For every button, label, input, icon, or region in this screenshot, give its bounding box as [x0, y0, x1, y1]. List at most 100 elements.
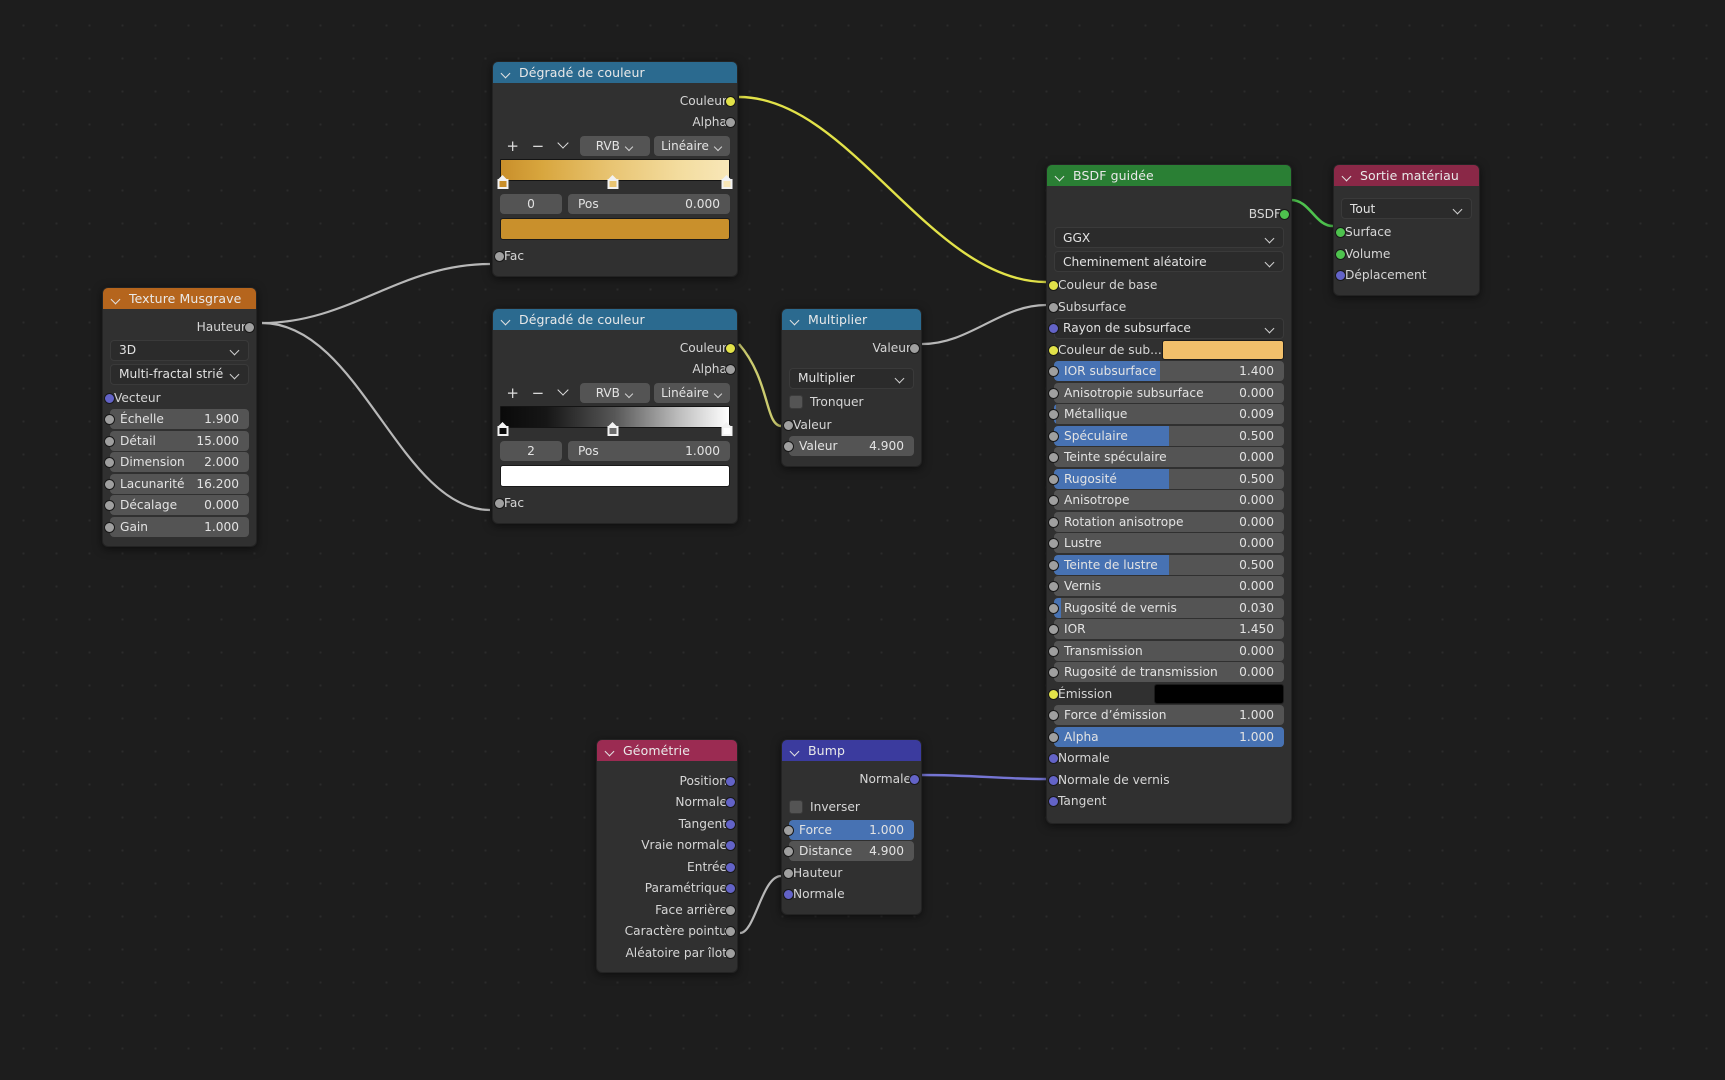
- ramp-color-mode-dropdown[interactable]: RVB: [579, 136, 650, 156]
- socket-in-distance[interactable]: [783, 846, 794, 857]
- socket-in-teinte-de-lustre[interactable]: [1048, 559, 1059, 571]
- ramp-toolbar[interactable]: + − RVB Linéaire: [500, 136, 730, 156]
- dropdown-subsurface-method[interactable]: Cheminement aléatoire: [1054, 251, 1284, 272]
- socket-in-hauteur[interactable]: [783, 867, 794, 879]
- bsdf-slider-row[interactable]: Rugosité de transmission 0.000: [1048, 662, 1284, 682]
- ramp-stop-index-field[interactable]: 0: [500, 194, 562, 214]
- socket-in-alpha[interactable]: [1048, 731, 1059, 743]
- ramp-gradient-bar[interactable]: [497, 159, 733, 189]
- bsdf-slider-row[interactable]: Alpha 1.000: [1048, 726, 1284, 747]
- bsdf-slider-row[interactable]: Rugosité de vernis 0.030: [1048, 597, 1284, 618]
- prop-row[interactable]: Échelle 1.900: [104, 409, 249, 429]
- ramp-menu-chevron-down-icon[interactable]: [550, 383, 575, 403]
- bsdf-slider-row[interactable]: Teinte spéculaire 0.000: [1048, 447, 1284, 467]
- value-field-force[interactable]: Force 1.000: [789, 819, 914, 840]
- socket-in-detail[interactable]: [104, 435, 115, 447]
- bsdf-slider-row[interactable]: Force d’émission 1.000: [1048, 705, 1284, 725]
- socket-in-rotation-anisotrope[interactable]: [1048, 516, 1059, 528]
- slider-rugosit-[interactable]: Rugosité 0.500: [1054, 468, 1284, 489]
- socket-out-position[interactable]: [725, 775, 736, 787]
- node-header[interactable]: BSDF guidée: [1047, 165, 1291, 186]
- clamp-checkbox[interactable]: [789, 394, 803, 409]
- prop-row[interactable]: Lacunarité 16.200: [104, 473, 249, 494]
- prop-row[interactable]: Gain 1.000: [104, 516, 249, 537]
- slider-rugosit-de-transmission[interactable]: Rugosité de transmission 0.000: [1054, 662, 1284, 682]
- socket-in-fac[interactable]: [494, 498, 505, 509]
- socket-in-fac[interactable]: [494, 251, 505, 262]
- socket-out-bsdf[interactable]: [1279, 209, 1290, 220]
- socket-in-force[interactable]: [783, 824, 794, 836]
- slider-ior[interactable]: IOR 1.450: [1054, 619, 1284, 639]
- socket-out-normale[interactable]: [725, 797, 736, 808]
- ramp-menu-chevron-down-icon[interactable]: [550, 136, 575, 156]
- bsdf-slider-row[interactable]: Spéculaire 0.500: [1048, 425, 1284, 446]
- collapse-chevron-icon[interactable]: [1055, 170, 1067, 182]
- add-stop-button[interactable]: +: [500, 383, 525, 403]
- slider-ior-subsurface[interactable]: IOR subsurface 1.400: [1054, 361, 1284, 381]
- ramp-stop-index-field[interactable]: 2: [500, 441, 562, 461]
- collapse-chevron-icon[interactable]: [111, 293, 123, 305]
- socket-in-couleur-de-base[interactable]: [1048, 280, 1059, 291]
- node-math-multiply[interactable]: Multiplier Valeur Multiplier Tronquer Va…: [781, 308, 922, 467]
- prop-row[interactable]: Dimension 2.000: [104, 452, 249, 472]
- socket-in-ior[interactable]: [1048, 624, 1059, 635]
- ramp-stop-position-field[interactable]: Pos 0.000: [568, 194, 730, 214]
- socket-in-rugosit[interactable]: [1048, 473, 1059, 485]
- dropdown-rayon-de-subsurface[interactable]: Rayon de subsurface: [1054, 317, 1284, 339]
- collapse-chevron-icon[interactable]: [790, 745, 802, 757]
- ramp-stop[interactable]: [497, 422, 509, 436]
- invert-checkbox[interactable]: [789, 799, 803, 814]
- socket-in-tangent[interactable]: [1048, 796, 1059, 807]
- slider-vernis[interactable]: Vernis 0.000: [1054, 576, 1284, 596]
- ramp-color-mode-dropdown[interactable]: RVB: [579, 383, 650, 403]
- socket-in-gain[interactable]: [104, 521, 115, 533]
- bsdf-slider-row[interactable]: Lustre 0.000: [1048, 533, 1284, 553]
- socket-in-echelle[interactable]: [104, 414, 115, 425]
- socket-out-normale[interactable]: [909, 773, 920, 785]
- bsdf-slider-row[interactable]: Anisotrope 0.000: [1048, 490, 1284, 510]
- bsdf-slider-row[interactable]: Rugosité 0.500: [1048, 468, 1284, 489]
- node-header[interactable]: Multiplier: [782, 309, 921, 330]
- socket-out-valeur[interactable]: [909, 342, 920, 354]
- prop-row[interactable]: Décalage 0.000: [104, 495, 249, 515]
- node-bump[interactable]: Bump Normale Inverser Force 1.000 Distan…: [781, 739, 922, 915]
- dropdown-dimension[interactable]: 3D: [110, 339, 249, 361]
- socket-in-normale[interactable]: [783, 889, 794, 900]
- bsdf-slider-row[interactable]: Transmission 0.000: [1048, 640, 1284, 661]
- node-principled-bsdf[interactable]: BSDF guidée BSDF GGX Cheminement aléatoi…: [1046, 164, 1292, 824]
- ramp-stop[interactable]: [721, 175, 733, 189]
- ramp-fields[interactable]: 0 Pos 0.000: [500, 194, 730, 214]
- node-editor-canvas[interactable]: Texture Musgrave Hauteur 3D Multi-fracta…: [0, 0, 1725, 1080]
- dropdown-target[interactable]: Tout: [1341, 198, 1472, 219]
- node-color-ramp-2[interactable]: Dégradé de couleur Couleur Alpha + − RVB: [492, 308, 738, 524]
- socket-in-lustre[interactable]: [1048, 538, 1059, 549]
- ramp-stop-color-swatch[interactable]: [500, 218, 730, 240]
- bsdf-slider-row[interactable]: Métallique 0.009: [1048, 404, 1284, 424]
- ramp-stop[interactable]: [497, 175, 509, 189]
- socket-in-valeur-1[interactable]: [783, 419, 794, 431]
- node-color-ramp-1[interactable]: Dégradé de couleur Couleur Alpha + − RVB: [492, 61, 738, 277]
- bsdf-slider-row[interactable]: Rotation anisotrope 0.000: [1048, 511, 1284, 532]
- socket-in-deplacement[interactable]: [1335, 270, 1346, 281]
- socket-out-hauteur[interactable]: [244, 321, 255, 333]
- node-header[interactable]: Dégradé de couleur: [493, 309, 737, 330]
- socket-in-anisotropie-subsurface[interactable]: [1048, 387, 1059, 399]
- socket-in-teinte-sp-culaire[interactable]: [1048, 452, 1059, 463]
- slider-anisotropie-subsurface[interactable]: Anisotropie subsurface 0.000: [1054, 382, 1284, 403]
- node-header[interactable]: Géométrie: [597, 740, 737, 761]
- value-field-valeur-2[interactable]: Valeur 4.900: [789, 436, 914, 456]
- remove-stop-button[interactable]: −: [525, 383, 550, 403]
- socket-out-tangent[interactable]: [725, 818, 736, 830]
- bsdf-slider-row[interactable]: Anisotropie subsurface 0.000: [1048, 382, 1284, 403]
- socket-in-surface[interactable]: [1335, 227, 1346, 238]
- slider-teinte-de-lustre[interactable]: Teinte de lustre 0.500: [1054, 554, 1284, 575]
- ramp-toolbar[interactable]: + − RVB Linéaire: [500, 383, 730, 403]
- slider-lustre[interactable]: Lustre 0.000: [1054, 533, 1284, 553]
- slider-sp-culaire[interactable]: Spéculaire 0.500: [1054, 425, 1284, 446]
- node-geometry[interactable]: Géométrie Position Normale Tangent Vraie no…: [596, 739, 738, 973]
- socket-out-couleur[interactable]: [725, 95, 736, 107]
- ramp-interpolation-dropdown[interactable]: Linéaire: [653, 136, 730, 156]
- socket-in-normale-de-vernis[interactable]: [1048, 774, 1059, 786]
- input-row-valeur-2[interactable]: Valeur 4.900: [783, 436, 914, 456]
- socket-in-rugosit-de-transmission[interactable]: [1048, 667, 1059, 678]
